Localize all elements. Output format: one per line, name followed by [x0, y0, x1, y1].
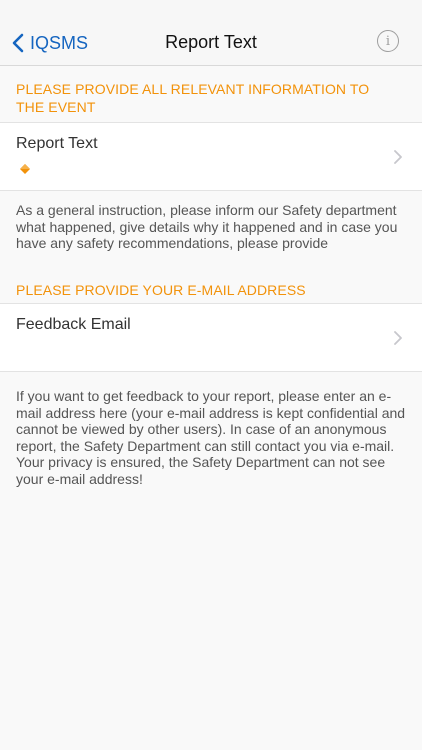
report-section-footer: As a general instruction, please inform … — [16, 202, 398, 251]
report-text-label: Report Text — [16, 135, 98, 152]
report-text-cell[interactable]: Report Text — [0, 122, 422, 191]
feedback-email-cell[interactable]: Feedback Email — [0, 303, 422, 372]
email-section-footer: If you want to get feedback to your repo… — [16, 388, 406, 487]
chevron-right-icon — [394, 150, 402, 164]
chevron-right-icon — [394, 331, 402, 345]
page-title: Report Text — [165, 32, 257, 52]
required-indicator-icon — [20, 164, 30, 174]
info-icon: i — [385, 33, 391, 49]
report-section-header: PLEASE PROVIDE ALL RELEVANT INFORMATION … — [16, 81, 370, 115]
navigation-bar: IQSMS Report Text i — [0, 0, 422, 66]
feedback-email-label: Feedback Email — [16, 316, 131, 333]
email-section-header: PLEASE PROVIDE YOUR E-MAIL ADDRESS — [16, 282, 306, 298]
info-button[interactable]: i — [377, 30, 399, 52]
